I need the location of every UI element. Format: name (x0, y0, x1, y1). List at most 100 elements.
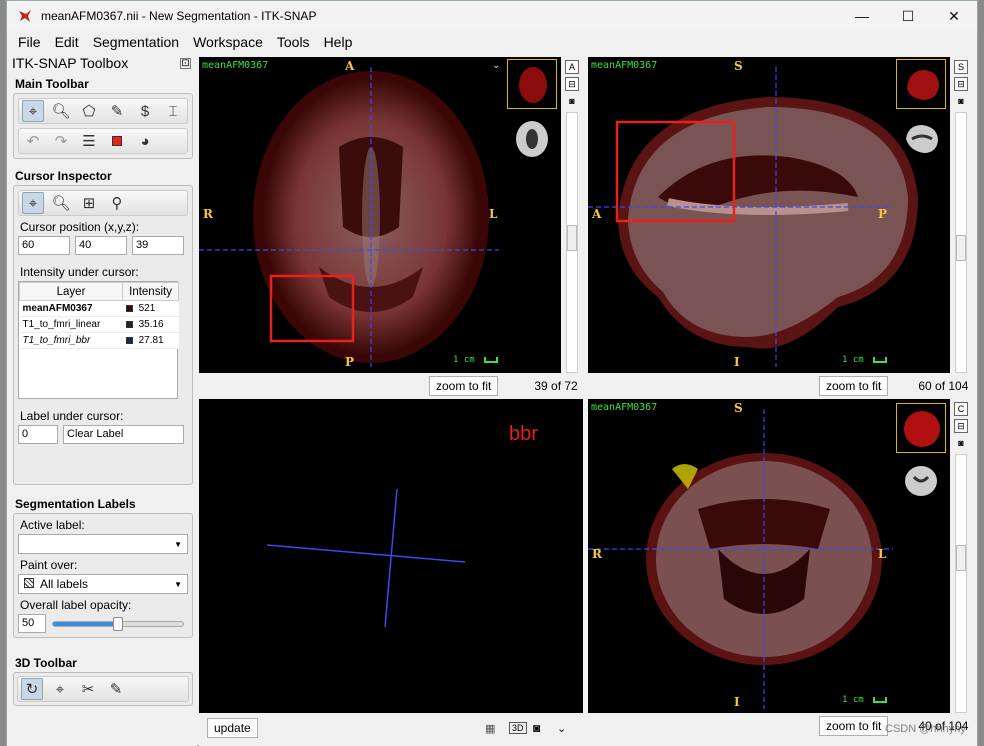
snapshot-icon[interactable]: ◙ (954, 94, 968, 108)
sagittal-right-label: P (878, 207, 888, 221)
3d-view[interactable]: bbr (199, 399, 583, 713)
axial-bottom-label: P (345, 355, 355, 369)
coronal-sidebar: C ⊟ ◙ (952, 399, 970, 713)
update-button[interactable]: update (207, 718, 258, 738)
axial-view[interactable]: meanAFM0367 A P R L ⌄ 1 cm (199, 57, 561, 373)
redo-icon[interactable]: ↷ (50, 130, 72, 152)
coronal-thumbnail[interactable] (896, 403, 946, 453)
axial-view-button[interactable]: A (565, 60, 579, 74)
segmentation-labels-panel: Active label: ▼ Paint over: All labels ▼… (13, 513, 193, 638)
minimize-button[interactable]: — (839, 1, 885, 31)
cursor-y-field[interactable]: 40 (75, 236, 127, 255)
rotate-3d-icon[interactable]: ↻ (21, 678, 43, 700)
layout-icon[interactable]: ⊟ (565, 77, 579, 91)
opacity-slider-handle[interactable] (113, 616, 123, 631)
layout-icon[interactable]: ⊟ (954, 419, 968, 433)
sagittal-view-button[interactable]: S (954, 60, 968, 74)
view-menu-icon[interactable]: ⌄ (492, 60, 500, 71)
palette-icon[interactable]: ◕ (134, 130, 156, 152)
layer-column-header[interactable]: Layer (18, 282, 124, 301)
snapshot-icon[interactable]: ◙ (954, 436, 968, 450)
snapshot-icon[interactable]: ◙ (565, 94, 579, 108)
label-name-field[interactable]: Clear Label (63, 425, 184, 444)
main-toolbar-heading: Main Toolbar (15, 77, 89, 91)
opacity-field[interactable]: 50 (18, 614, 46, 633)
menu-workspace[interactable]: Workspace (186, 34, 270, 50)
menu-file[interactable]: File (11, 34, 48, 50)
axial-brain-icon (516, 121, 548, 157)
axial-zoom-to-fit-button[interactable]: zoom to fit (429, 376, 499, 396)
viewer-area: meanAFM0367 A P R L ⌄ 1 cm A ⊟ ◙ zoom to… (199, 53, 977, 746)
coronal-zoom-to-fit-button[interactable]: zoom to fit (819, 716, 889, 736)
layer-intensity: 27.81 (138, 335, 164, 346)
cursor-mode-icon[interactable]: ⌖ (22, 192, 44, 214)
layout-icon[interactable]: ⊟ (954, 77, 968, 91)
polygon-tool-icon[interactable]: ⬠ (78, 100, 100, 122)
coronal-brain-icon (905, 466, 937, 496)
active-label-select[interactable]: ▼ (18, 534, 188, 554)
layer-color-swatch (125, 336, 133, 344)
label-value-field[interactable]: 0 (18, 425, 58, 444)
chevron-down-icon[interactable]: ⌄ (557, 722, 566, 735)
menu-tools[interactable]: Tools (270, 34, 317, 50)
zoom-mode-icon[interactable]: 🔍︎ (50, 192, 72, 214)
table-row[interactable]: meanAFM0367 521 (19, 300, 179, 317)
axial-layer-label: meanAFM0367 (202, 60, 269, 71)
spray-icon[interactable]: ✎ (105, 678, 127, 700)
all-labels-icon (24, 578, 34, 588)
sagittal-sidebar: S ⊟ ◙ (952, 57, 970, 373)
intensity-column-header[interactable]: Intensity (122, 282, 179, 301)
annotation-tool-icon[interactable]: ⌶ (162, 100, 184, 122)
undo-icon[interactable]: ↶ (22, 130, 44, 152)
coronal-view[interactable]: meanAFM0367 S I R L 1 cm (588, 399, 950, 713)
cursor-inspector: ⌖ 🔍︎ ⊞ ⚲ Cursor position (x,y,z): 60 40 … (13, 185, 193, 485)
camera-icon[interactable]: ◙ (533, 721, 540, 735)
cursor-z-field[interactable]: 39 (132, 236, 184, 255)
3d-mode-button[interactable]: 3D (509, 722, 527, 734)
intensity-table-container: Layer Intensity meanAFM0367 521 T1_to_fm… (18, 281, 179, 399)
sync-icon[interactable]: ⚲ (106, 192, 128, 214)
axial-left-label: R (203, 207, 213, 221)
sagittal-top-label: S (734, 59, 743, 73)
coronal-slice-scrollbar[interactable] (955, 454, 967, 713)
crosshair-3d-icon[interactable]: ⌖ (49, 678, 71, 700)
axial-scale-label: 1 cm (453, 355, 475, 365)
menu-edit[interactable]: Edit (48, 34, 86, 50)
sagittal-view[interactable]: meanAFM0367 S I A P 1 cm (588, 57, 950, 373)
title-bar: meanAFM0367.nii - New Segmentation - ITK… (7, 1, 977, 31)
label-under-cursor-label: Label under cursor: (20, 409, 124, 423)
axial-thumbnail[interactable] (507, 59, 557, 109)
grid-icon[interactable]: ⊞ (78, 192, 100, 214)
paintbrush-tool-icon[interactable]: ✎ (106, 100, 128, 122)
table-row[interactable]: T1_to_fmri_bbr 27.81 (19, 332, 179, 349)
menu-help[interactable]: Help (317, 34, 360, 50)
snake-tool-icon[interactable]: $ (134, 100, 156, 122)
scalpel-icon[interactable]: ✂ (77, 678, 99, 700)
label-color-icon[interactable] (106, 130, 128, 152)
sagittal-slice-scrollbar[interactable] (955, 112, 967, 373)
axial-scroll-thumb[interactable] (567, 225, 577, 251)
opacity-slider[interactable] (52, 616, 184, 631)
axial-slice-scrollbar[interactable] (566, 112, 578, 373)
render-mode-icon[interactable]: ▦ (485, 722, 495, 735)
menu-segmentation[interactable]: Segmentation (86, 34, 186, 50)
sagittal-zoom-to-fit-button[interactable]: zoom to fit (819, 376, 889, 396)
layers-icon[interactable]: ☰ (78, 130, 100, 152)
sagittal-scroll-thumb[interactable] (956, 235, 966, 261)
maximize-button[interactable]: ☐ (885, 1, 931, 31)
coronal-scroll-thumb[interactable] (956, 545, 966, 571)
sagittal-thumbnail[interactable] (896, 59, 946, 109)
chevron-down-icon: ▼ (174, 579, 182, 589)
bbr-annotation: bbr (509, 423, 538, 445)
paint-over-select[interactable]: All labels ▼ (18, 574, 188, 594)
coronal-view-button[interactable]: C (954, 402, 968, 416)
sagittal-left-label: A (592, 207, 602, 221)
table-row[interactable]: T1_to_fmri_linear 35.16 (19, 316, 179, 333)
toolbar-3d-heading: 3D Toolbar (15, 656, 77, 670)
close-button[interactable]: ✕ (931, 1, 977, 31)
crosshair-tool-icon[interactable]: ⌖ (22, 100, 44, 122)
cursor-x-field[interactable]: 60 (18, 236, 70, 255)
zoom-tool-icon[interactable]: 🔍︎ (50, 100, 72, 122)
undock-icon[interactable]: ⊡ (180, 57, 191, 69)
sagittal-scale-label: 1 cm (842, 355, 864, 365)
